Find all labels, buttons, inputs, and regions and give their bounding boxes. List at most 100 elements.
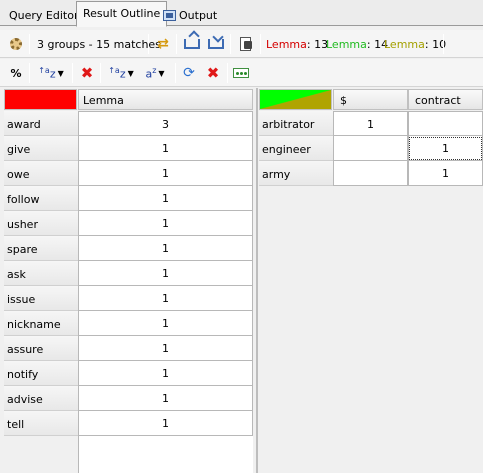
import-button[interactable] [206, 34, 226, 54]
count-cell[interactable]: 1 [78, 336, 253, 361]
tab-output[interactable]: Output [156, 3, 224, 26]
toolbar-separator [230, 34, 231, 54]
toolbar-separator [148, 34, 149, 54]
table-row[interactable]: notify 1 [0, 361, 253, 386]
count-cell[interactable]: 1 [78, 286, 253, 311]
count-cell[interactable]: 1 [78, 386, 253, 411]
tab-label: Result Outline [83, 7, 161, 20]
count-cell[interactable]: 1 [78, 161, 253, 186]
table-row[interactable]: award 3 [0, 111, 253, 136]
row-header[interactable]: engineer [259, 136, 333, 161]
dots-icon [233, 68, 249, 78]
sort-rows-button[interactable]: ↑az ▼ [34, 63, 68, 83]
sort-za-icon: az [145, 65, 157, 81]
count-cell[interactable]: 1 [408, 136, 483, 161]
layout-button[interactable] [231, 63, 251, 83]
count-cell[interactable]: 1 [333, 111, 408, 136]
summary-toolbar: 3 groups - 15 matches ⇄ Lemma: 13 Lemma:… [0, 30, 483, 58]
row-header[interactable]: notify [4, 361, 78, 386]
group-name: Lemma [266, 38, 307, 51]
count-cell[interactable]: 1 [78, 186, 253, 211]
row-header[interactable]: army [259, 161, 333, 186]
group-color-swatch[interactable] [259, 89, 332, 110]
refresh-button[interactable]: ⟳ [179, 63, 199, 83]
table-row[interactable]: give 1 [0, 136, 253, 161]
row-header[interactable]: assure [4, 336, 78, 361]
chevron-down-icon: ▼ [57, 68, 64, 78]
percent-button[interactable]: % [6, 63, 26, 83]
table-row[interactable]: owe 1 [0, 161, 253, 186]
table-row[interactable]: follow 1 [0, 186, 253, 211]
count-cell[interactable]: 1 [78, 411, 253, 436]
match-summary: 3 groups - 15 matches [37, 38, 161, 51]
lemma-table-header: Lemma [0, 88, 253, 110]
table-row[interactable]: assure 1 [0, 336, 253, 361]
table-row[interactable]: tell 1 [0, 411, 253, 436]
close-icon: ✖ [206, 64, 220, 82]
count-cell[interactable] [333, 161, 408, 186]
count-cell[interactable] [333, 136, 408, 161]
table-row[interactable]: advise 1 [0, 386, 253, 411]
group-color-swatch[interactable] [4, 89, 77, 110]
toolbar-separator [29, 34, 30, 54]
row-header[interactable]: give [4, 136, 78, 161]
table-row[interactable]: usher 1 [0, 211, 253, 236]
count-cell[interactable]: 1 [408, 161, 483, 186]
table-row[interactable]: nickname 1 [0, 311, 253, 336]
row-header[interactable]: issue [4, 286, 78, 311]
count-cell[interactable]: 1 [78, 236, 253, 261]
sort-columns-button[interactable]: ↑az ▼ [105, 63, 137, 83]
count-cell[interactable]: 1 [78, 261, 253, 286]
remove-columns-button[interactable]: ✖ [203, 63, 223, 83]
group-count-1: Lemma: 13 [266, 38, 329, 51]
group-name: Lemma [384, 38, 425, 51]
row-header[interactable]: owe [4, 161, 78, 186]
count-cell[interactable]: 3 [78, 111, 253, 136]
count-cell[interactable]: 1 [78, 311, 253, 336]
toolbar-separator [176, 34, 177, 54]
table-row[interactable]: engineer 1 [258, 136, 483, 161]
sort-az-icon: ↑az [108, 65, 126, 81]
column-header-dollar[interactable]: $ [333, 89, 408, 110]
refresh-icon: ⟳ [183, 65, 195, 81]
row-header[interactable]: spare [4, 236, 78, 261]
output-window-icon [163, 10, 176, 21]
count-cell[interactable]: 1 [78, 361, 253, 386]
table-row[interactable]: arbitrator 1 [258, 111, 483, 136]
row-header[interactable]: follow [4, 186, 78, 211]
count-cell[interactable]: 1 [78, 211, 253, 236]
gear-icon [10, 38, 22, 50]
settings-button[interactable] [6, 34, 26, 54]
count-cell[interactable] [408, 111, 483, 136]
column-header-lemma[interactable]: Lemma [78, 89, 253, 110]
sync-icon: ⇄ [157, 36, 169, 52]
table-row[interactable]: spare 1 [0, 236, 253, 261]
chevron-down-icon: ▼ [158, 68, 165, 78]
sync-button[interactable]: ⇄ [153, 34, 173, 54]
count-cell[interactable]: 1 [78, 136, 253, 161]
table-empty-area [78, 436, 253, 473]
toolbar-separator [443, 34, 444, 54]
export-button[interactable] [182, 34, 202, 54]
tab-result-outline[interactable]: Result Outline [76, 1, 168, 27]
document-button[interactable] [235, 34, 255, 54]
row-header[interactable]: usher [4, 211, 78, 236]
lemma-table: Lemma award 3 give 1 owe 1 follow 1 usher 1 spare 1… [0, 88, 253, 473]
table-row[interactable]: army 1 [258, 161, 483, 186]
table-row[interactable]: ask 1 [0, 261, 253, 286]
table-row[interactable]: issue 1 [0, 286, 253, 311]
tab-query-editor[interactable]: Query Editor [2, 3, 85, 26]
column-header-contract[interactable]: contract [408, 89, 483, 110]
toolbar-separator [29, 63, 30, 83]
row-header[interactable]: tell [4, 411, 78, 436]
row-header[interactable]: ask [4, 261, 78, 286]
toolbar-separator [175, 63, 176, 83]
remove-rows-button[interactable]: ✖ [77, 63, 97, 83]
row-header[interactable]: arbitrator [259, 111, 333, 136]
row-header[interactable]: nickname [4, 311, 78, 336]
group-name: Lemma [326, 38, 367, 51]
row-header[interactable]: award [4, 111, 78, 136]
sort-values-button[interactable]: az ▼ [139, 63, 171, 83]
row-header[interactable]: advise [4, 386, 78, 411]
import-icon [208, 39, 224, 49]
